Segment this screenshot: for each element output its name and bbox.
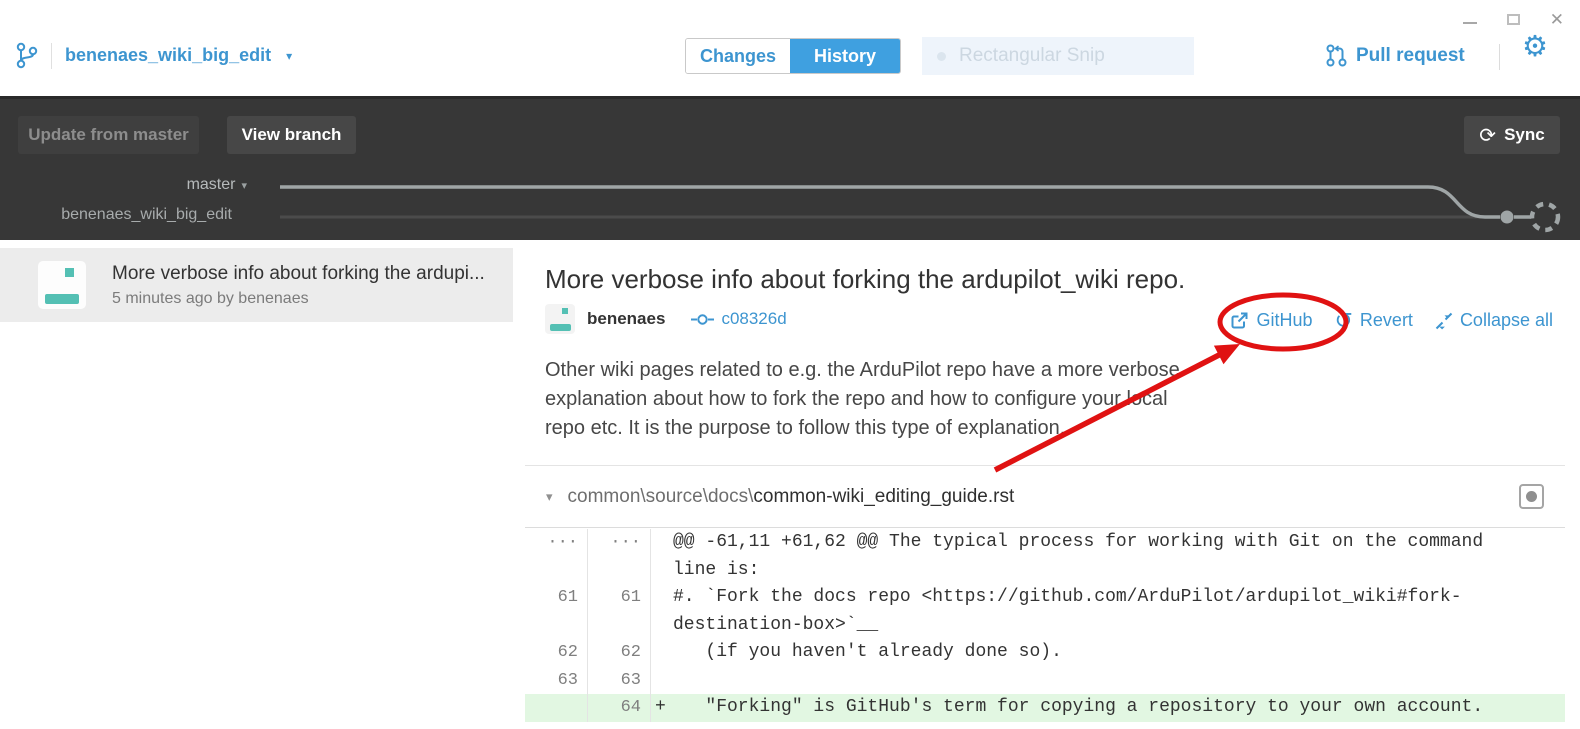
commit-dot	[1501, 211, 1514, 224]
branch-label-current: benenaes_wiki_big_edit	[61, 206, 232, 224]
diff-line-text: (if you haven't already done so).	[673, 639, 1523, 667]
diff-line-code: (if you haven't already done so).	[651, 639, 1565, 667]
diff-line-code	[651, 667, 1565, 695]
sync-button[interactable]: ⟳ Sync	[1464, 116, 1560, 154]
old-line-number: 62	[525, 639, 588, 667]
diff-line-code: @@ -61,11 +61,62 @@ The typical process …	[651, 529, 1565, 584]
github-label: GitHub	[1256, 310, 1312, 331]
commit-sha: c08326d	[721, 309, 786, 329]
chevron-down-icon: ▾	[286, 49, 292, 63]
new-line-number: ···	[588, 529, 651, 584]
diff-context-row: 61 61 #. `Fork the docs repo <https://gi…	[525, 584, 1565, 639]
file-modified-icon	[1519, 484, 1544, 509]
commit-list-item[interactable]: More verbose info about forking the ardu…	[0, 248, 513, 322]
snipping-tool-overlay: Rectangular Snip	[922, 37, 1194, 75]
diff-context-row: 63 63	[525, 667, 1565, 695]
file-path: common\source\docs\common-wiki_editing_g…	[568, 486, 1015, 508]
old-line-number: 61	[525, 584, 588, 639]
new-line-number: 61	[588, 584, 651, 639]
snip-overlay-label: Rectangular Snip	[959, 45, 1105, 67]
diff-hunk-row: ··· ··· @@ -61,11 +61,62 @@ The typical …	[525, 528, 1565, 584]
snip-dot-icon	[937, 52, 946, 61]
chevron-down-icon: ▾	[241, 180, 247, 192]
branch-line-master	[280, 187, 1500, 217]
old-line-number: 63	[525, 667, 588, 695]
external-link-icon	[1230, 311, 1249, 330]
commit-meta-row: benenaes c08326d	[545, 304, 787, 334]
file-directory: common\source\docs\	[568, 486, 754, 507]
diff-line-text: @@ -61,11 +61,62 @@ The typical process …	[673, 529, 1523, 584]
revert-button[interactable]: ↺ Revert	[1334, 310, 1412, 331]
file-header[interactable]: ▾ common\source\docs\common-wiki_editing…	[525, 466, 1565, 527]
update-from-master-button[interactable]: Update from master	[18, 116, 199, 154]
window-controls: ✕	[1463, 8, 1564, 30]
branch-toolbar: Update from master View branch ⟳ Sync ma…	[0, 96, 1580, 240]
github-link[interactable]: GitHub	[1230, 310, 1312, 331]
title-bar: ✕ benenaes_wiki_big_edit ▾ Changes Histo…	[0, 0, 1580, 96]
branch-selector-master[interactable]: master ▾	[187, 176, 247, 194]
collapse-all-label: Collapse all	[1460, 310, 1553, 331]
file-name: common-wiki_editing_guide.rst	[753, 486, 1014, 507]
tab-history[interactable]: History	[790, 39, 900, 73]
commit-icon	[691, 312, 714, 327]
commit-item-text: More verbose info about forking the ardu…	[112, 263, 485, 308]
old-line-number	[525, 694, 588, 722]
sync-icon: ⟳	[1479, 123, 1496, 148]
view-branch-button[interactable]: View branch	[227, 116, 356, 154]
gear-icon[interactable]: ⚙	[1522, 33, 1548, 62]
description-line: Other wiki pages related to e.g. the Ard…	[545, 356, 1180, 385]
repo-name: benenaes_wiki_big_edit	[65, 45, 271, 66]
revert-label: Revert	[1360, 310, 1413, 331]
commit-actions: GitHub ↺ Revert Collapse a	[1230, 310, 1553, 331]
diff-context-row: 62 62 (if you haven't already done so).	[525, 639, 1565, 667]
diff-line-code: + "Forking" is GitHub's term for copying…	[651, 694, 1565, 722]
description-line: explanation about how to fork the repo a…	[545, 385, 1180, 414]
app-window: ✕ benenaes_wiki_big_edit ▾ Changes Histo…	[0, 0, 1580, 729]
diff-added-row: 64 + "Forking" is GitHub's term for copy…	[525, 694, 1565, 722]
commit-title: More verbose info about forking the ardu…	[545, 264, 1185, 295]
branch-label-master: master	[187, 176, 236, 193]
minimize-icon[interactable]	[1463, 22, 1477, 24]
diff-line-text: #. `Fork the docs repo <https://github.c…	[673, 584, 1523, 639]
tab-changes[interactable]: Changes	[686, 39, 790, 73]
working-copy-ring-icon	[1532, 204, 1558, 230]
pull-request-label: Pull request	[1356, 45, 1465, 67]
avatar	[545, 304, 575, 334]
collapse-all-button[interactable]: Collapse all	[1435, 310, 1553, 331]
new-line-number: 62	[588, 639, 651, 667]
commit-item-meta: 5 minutes ago by benenaes	[112, 290, 485, 308]
commit-description: Other wiki pages related to e.g. the Ard…	[545, 356, 1180, 443]
pull-request-icon	[1326, 44, 1347, 67]
avatar	[38, 261, 86, 309]
old-line-number: ···	[525, 529, 588, 584]
maximize-icon[interactable]	[1507, 14, 1520, 25]
diff-line-code: #. `Fork the docs repo <https://github.c…	[651, 584, 1565, 639]
description-line: repo etc. It is the purpose to follow th…	[545, 414, 1180, 443]
diff-line-text: "Forking" is GitHub's term for copying a…	[673, 694, 1523, 722]
git-branch-icon	[16, 42, 38, 69]
commit-author: benenaes	[587, 309, 665, 329]
view-tabs: Changes History	[685, 38, 901, 74]
diff-view: ··· ··· @@ -61,11 +61,62 @@ The typical …	[525, 527, 1565, 722]
new-line-number: 64	[588, 694, 651, 722]
header-divider	[51, 43, 52, 69]
content-area: More verbose info about forking the ardu…	[0, 240, 1580, 729]
new-line-number: 63	[588, 667, 651, 695]
diff-sign: +	[655, 694, 673, 722]
revert-icon: ↺	[1334, 312, 1352, 330]
commit-item-title: More verbose info about forking the ardu…	[112, 263, 485, 285]
commit-sha-link[interactable]: c08326d	[691, 309, 786, 329]
pull-request-button[interactable]: Pull request	[1326, 44, 1465, 67]
collapse-icon	[1435, 312, 1453, 330]
header-divider	[1499, 44, 1500, 70]
branch-graph	[280, 173, 1570, 233]
file-collapse-icon[interactable]: ▾	[546, 489, 553, 505]
repo-switcher[interactable]: benenaes_wiki_big_edit ▾	[16, 42, 292, 69]
sync-label: Sync	[1504, 125, 1545, 145]
commit-detail-pane: More verbose info about forking the ardu…	[525, 240, 1580, 729]
close-icon[interactable]: ✕	[1550, 11, 1564, 28]
